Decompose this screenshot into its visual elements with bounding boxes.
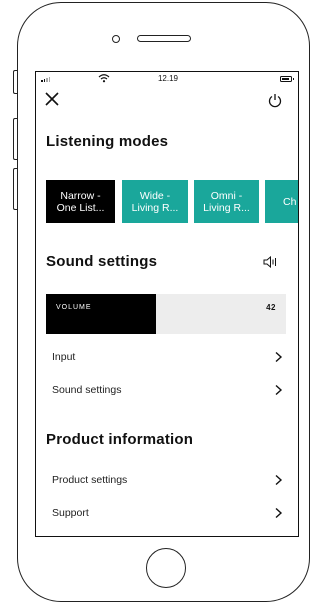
mode-line1: Ch	[283, 195, 297, 208]
mode-line2: Living R...	[131, 201, 179, 214]
home-button[interactable]	[146, 548, 186, 588]
app-screen: 12.19 Listening modes Narrow - One List..…	[35, 71, 299, 537]
sound-settings-title: Sound settings	[46, 253, 158, 270]
mode-line2: One List...	[56, 201, 105, 214]
row-label: Sound settings	[52, 384, 122, 396]
product-settings-row[interactable]: Product settings	[36, 464, 298, 496]
mode-card-narrow[interactable]: Narrow - One List...	[46, 180, 115, 223]
mode-line1: Wide -	[139, 189, 171, 202]
mode-line2: Living R...	[203, 201, 250, 214]
power-icon[interactable]	[267, 92, 283, 108]
row-label: Input	[52, 351, 76, 363]
status-time: 12.19	[157, 74, 179, 83]
volume-down-button	[13, 168, 17, 210]
status-bar: 12.19	[36, 72, 298, 86]
mode-card-omni[interactable]: Omni - Living R...	[194, 180, 259, 223]
volume-value: 42	[266, 303, 276, 312]
row-label: Support	[52, 507, 89, 519]
earpiece-speaker	[137, 35, 191, 42]
volume-slider[interactable]: VOLUME 42	[46, 294, 286, 334]
speaker-icon[interactable]	[263, 255, 277, 269]
listening-modes-title: Listening modes	[46, 133, 169, 150]
mute-switch	[13, 70, 17, 94]
chevron-right-icon	[275, 351, 283, 363]
product-information-title: Product information	[46, 431, 194, 448]
mode-card-partial[interactable]: Ch	[265, 180, 298, 223]
sound-settings-row[interactable]: Sound settings	[36, 374, 298, 406]
front-camera	[112, 35, 120, 43]
volume-label: VOLUME	[56, 304, 92, 311]
input-row[interactable]: Input	[36, 341, 298, 373]
chevron-right-icon	[275, 384, 283, 396]
row-label: Product settings	[52, 474, 128, 486]
battery-icon	[280, 76, 294, 82]
close-icon[interactable]	[43, 90, 61, 108]
support-row[interactable]: Support	[36, 497, 298, 529]
chevron-right-icon	[275, 474, 283, 486]
mode-line1: Narrow -	[60, 189, 101, 202]
mode-line1: Omni -	[210, 189, 243, 202]
chevron-right-icon	[275, 507, 283, 519]
volume-fill	[46, 294, 157, 334]
volume-up-button	[13, 118, 17, 160]
mode-card-wide[interactable]: Wide - Living R...	[122, 180, 188, 223]
